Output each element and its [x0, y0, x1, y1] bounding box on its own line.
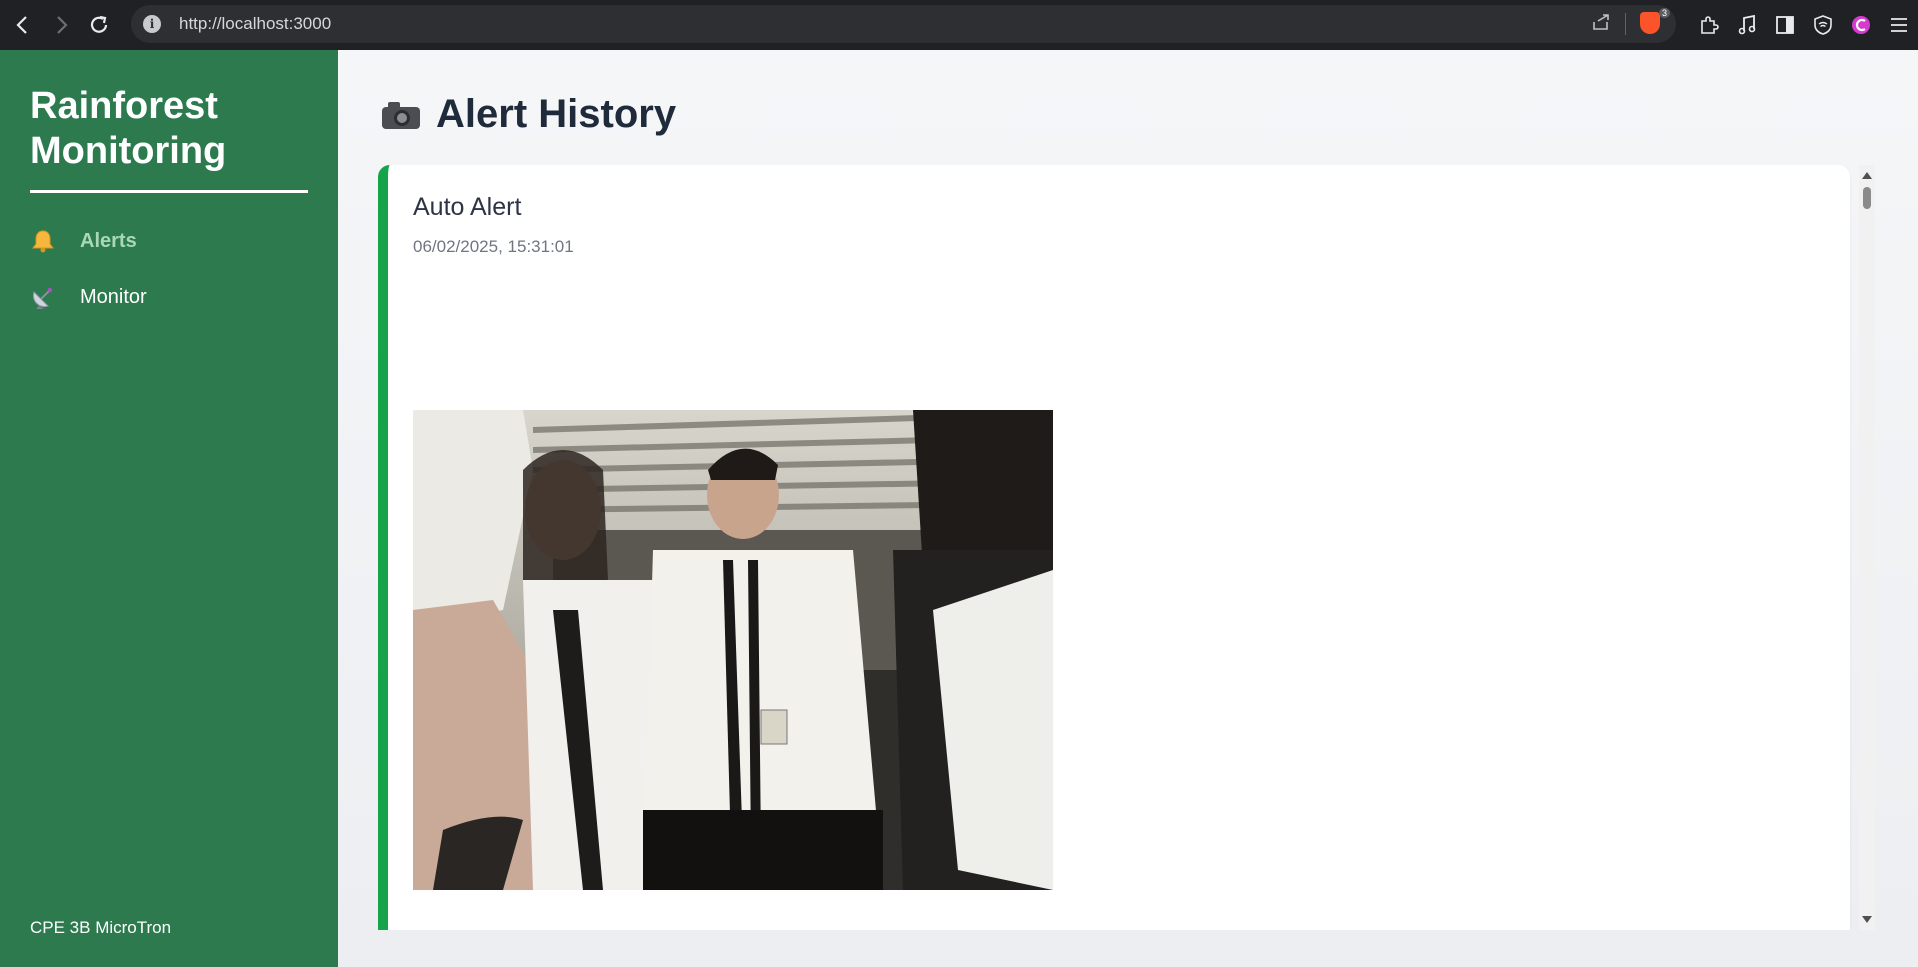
leo-ai-button[interactable]: [1850, 14, 1872, 36]
brand-divider: [30, 190, 308, 193]
alert-card: Auto Alert 06/02/2025, 15:31:01: [378, 165, 1850, 930]
forward-button[interactable]: [46, 10, 76, 40]
sidebar-item-label: Alerts: [80, 229, 137, 252]
alert-list[interactable]: Auto Alert 06/02/2025, 15:31:01: [378, 165, 1873, 930]
app-brand: Rainforest Monitoring: [30, 85, 227, 172]
shield-wifi-icon: [1814, 15, 1832, 35]
divider: [1625, 13, 1626, 35]
sidebar-item-monitor[interactable]: Monitor: [30, 279, 147, 315]
address-bar-actions: 3: [1591, 5, 1670, 43]
site-info-icon[interactable]: i: [143, 15, 161, 33]
media-button[interactable]: [1736, 14, 1758, 36]
browser-extensions: [1698, 0, 1910, 50]
share-icon: [1593, 13, 1609, 30]
sidebar-item-label: Monitor: [80, 285, 147, 308]
brave-lion-icon: [1640, 12, 1660, 34]
sidebar-item-alerts[interactable]: Alerts: [30, 223, 137, 259]
vpn-button[interactable]: [1812, 14, 1834, 36]
satellite-dish-icon: [30, 284, 66, 310]
camera-snapshot-photo: [413, 410, 1053, 890]
bell-icon: [30, 228, 66, 254]
sidebar: Rainforest Monitoring Alerts Monitor CPE…: [0, 50, 338, 967]
hamburger-menu-icon: [1891, 18, 1907, 32]
sidebar-panel-icon: [1776, 16, 1794, 34]
alert-timestamp: 06/02/2025, 15:31:01: [413, 237, 574, 256]
alert-title: Auto Alert: [413, 193, 522, 221]
shields-count-badge: 3: [1658, 8, 1670, 18]
sidebar-toggle-button[interactable]: [1774, 14, 1796, 36]
url-text[interactable]: http://localhost:3000: [179, 14, 331, 34]
share-button[interactable]: [1591, 12, 1611, 37]
page-title: Alert History: [436, 92, 677, 136]
puzzle-icon: [1701, 16, 1719, 34]
leo-ai-icon: [1852, 16, 1870, 34]
reload-button[interactable]: [84, 10, 114, 40]
music-note-icon: [1738, 14, 1756, 35]
scroll-up-arrow[interactable]: [1862, 172, 1872, 179]
address-bar[interactable]: i http://localhost:3000 3: [131, 5, 1676, 43]
browser-toolbar: i http://localhost:3000 3: [0, 0, 1918, 50]
camera-icon: [382, 101, 420, 129]
main-content: Alert History Auto Alert 06/02/2025, 15:…: [338, 50, 1918, 967]
extensions-button[interactable]: [1698, 14, 1720, 36]
forward-arrow-icon: [57, 16, 68, 34]
alert-snapshot-image[interactable]: [413, 410, 1053, 890]
browser-menu-button[interactable]: [1888, 14, 1910, 36]
sidebar-footer: CPE 3B MicroTron: [30, 918, 172, 937]
scroll-thumb[interactable]: [1863, 187, 1871, 209]
back-button[interactable]: [8, 10, 38, 40]
alert-list-scrollbar[interactable]: [1859, 165, 1875, 930]
scroll-down-arrow[interactable]: [1862, 916, 1872, 923]
page-header: Alert History: [382, 92, 676, 137]
reload-icon: [90, 15, 108, 33]
back-arrow-icon: [16, 16, 27, 34]
brave-shields-button[interactable]: 3: [1640, 8, 1670, 36]
